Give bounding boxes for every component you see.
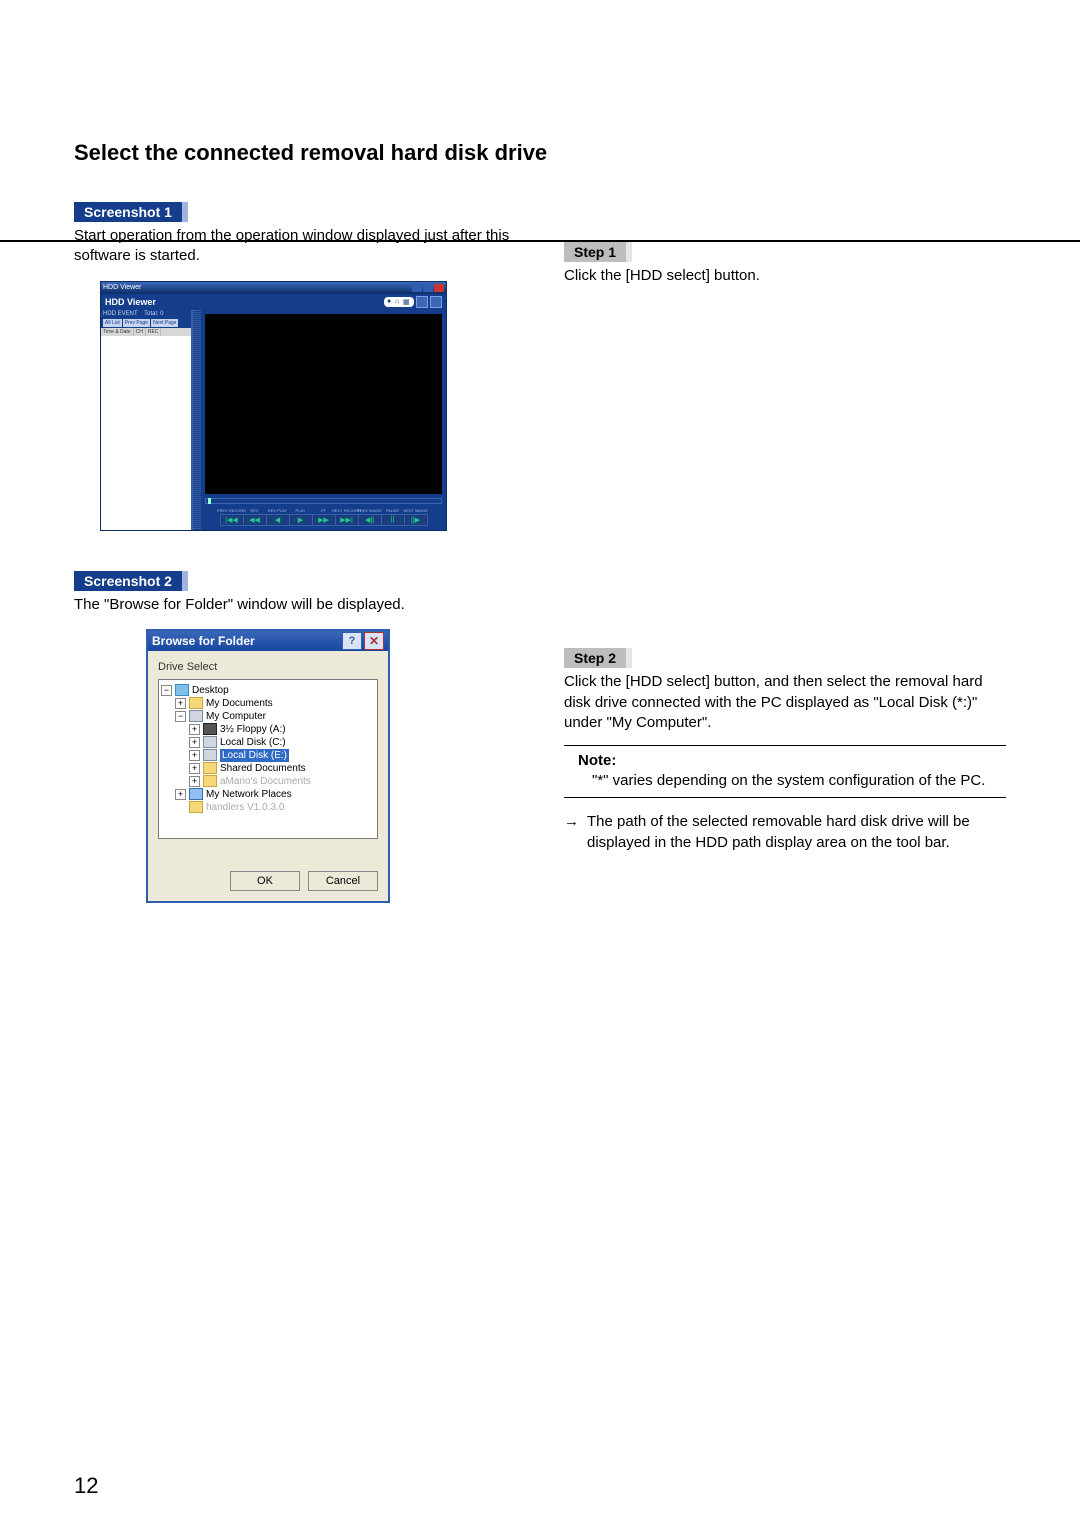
tree-local-c[interactable]: Local Disk (C:)	[220, 736, 286, 749]
floppy-icon	[203, 723, 217, 735]
tree-my-computer[interactable]: My Computer	[206, 710, 266, 723]
tree-shared-docs[interactable]: Shared Documents	[220, 762, 306, 775]
expand-icon[interactable]: +	[189, 724, 200, 735]
col-ch: CH	[134, 328, 146, 336]
tree-network-places[interactable]: My Network Places	[206, 788, 292, 801]
step2-text: Click the [HDD select] button, and then …	[564, 672, 1006, 733]
minimize-icon[interactable]	[412, 284, 422, 292]
tab-prev-page[interactable]: Prev Page	[123, 319, 150, 327]
step2-result-text: The path of the selected removable hard …	[587, 812, 1006, 853]
note-body: "*" varies depending on the system confi…	[592, 771, 1006, 791]
close-icon[interactable]	[434, 284, 444, 292]
hdd-event-list	[101, 336, 191, 530]
expand-icon[interactable]: +	[189, 750, 200, 761]
expand-icon[interactable]: +	[189, 776, 200, 787]
tree-local-e-selected[interactable]: Local Disk (E:)	[220, 749, 289, 762]
playback-button[interactable]: ▶▶|	[335, 514, 359, 526]
hdd-viewer-toolbar: HDD Viewer ●⌂▦	[101, 294, 446, 310]
ok-button[interactable]: OK	[230, 871, 300, 891]
hdd-viewer-brand: HDD Viewer	[105, 297, 156, 307]
tree-my-documents[interactable]: My Documents	[206, 697, 273, 710]
drive-icon	[203, 736, 217, 748]
page-number: 12	[74, 1473, 98, 1499]
drive-icon	[203, 749, 217, 761]
screenshot1-text: Start operation from the operation windo…	[74, 226, 516, 267]
step1-label: Step 1	[564, 242, 632, 262]
tree-desktop[interactable]: Desktop	[192, 684, 229, 697]
toolbar-folder-icon[interactable]	[416, 296, 428, 308]
playback-button[interactable]: |◀◀	[220, 514, 244, 526]
note-rule-top	[564, 745, 1006, 746]
folder-tree[interactable]: − Desktop + My Documents − My Computer +3½ …	[158, 679, 378, 839]
playback-button[interactable]: ◀◀	[243, 514, 267, 526]
hdd-viewer-window: HDD Viewer HDD Viewer ●⌂▦	[100, 281, 447, 531]
hdd-select-button[interactable]: ●⌂▦	[384, 297, 414, 307]
folder-icon	[203, 775, 217, 787]
hdd-event-label: HDD EVENT	[103, 311, 138, 317]
tab-next-page[interactable]: Next Page	[151, 319, 178, 327]
seek-bar[interactable]	[205, 498, 442, 504]
video-area	[205, 314, 442, 494]
browse-for-folder-window: Browse for Folder ? ✕ Drive Select − Desk…	[146, 629, 390, 903]
bff-title: Browse for Folder	[152, 634, 340, 648]
cancel-button[interactable]: Cancel	[308, 871, 378, 891]
screenshot2-text: The "Browse for Folder" window will be d…	[74, 595, 516, 615]
col-time-date: Time & Date	[101, 328, 134, 336]
hdd-viewer-title: HDD Viewer	[103, 284, 411, 291]
expand-icon[interactable]: +	[175, 698, 186, 709]
hdd-total-value: 0	[160, 311, 163, 317]
playback-button[interactable]: ◀	[266, 514, 290, 526]
expand-icon[interactable]: +	[189, 737, 200, 748]
expand-icon[interactable]: +	[175, 789, 186, 800]
note-title: Note:	[578, 752, 1006, 769]
arrow-icon: →	[564, 812, 579, 853]
playback-button[interactable]: ||▶	[404, 514, 428, 526]
divider-stripes	[193, 310, 201, 530]
bff-titlebar: Browse for Folder ? ✕	[148, 631, 388, 651]
step1-text: Click the [HDD select] button.	[564, 266, 1006, 286]
drive-select-label: Drive Select	[158, 661, 378, 673]
desktop-icon	[175, 684, 189, 696]
expand-icon[interactable]: +	[189, 763, 200, 774]
col-rec: REC	[146, 328, 162, 336]
playback-button[interactable]: ◀||	[358, 514, 382, 526]
computer-icon	[189, 710, 203, 722]
collapse-icon[interactable]: −	[161, 685, 172, 696]
folder-icon	[189, 697, 203, 709]
tree-user-docs[interactable]: aMario's Documents	[220, 775, 311, 788]
tree-last-grey: handlers V1.0.3.0	[206, 801, 284, 814]
top-rule	[0, 240, 1080, 242]
note-rule-bottom	[564, 797, 1006, 798]
hdd-viewer-titlebar: HDD Viewer	[101, 282, 446, 294]
hdd-event-panel: HDD EVENT Total: 0 All List Prev Page Ne…	[101, 310, 193, 530]
playback-button[interactable]: ▶▶	[312, 514, 336, 526]
network-icon	[189, 788, 203, 800]
folder-icon	[203, 762, 217, 774]
playback-button[interactable]: ||	[381, 514, 405, 526]
hdd-total-label: Total:	[144, 311, 158, 317]
step2-label: Step 2	[564, 648, 632, 668]
folder-icon	[189, 801, 203, 813]
playback-button[interactable]: ▶	[289, 514, 313, 526]
page-heading: Select the connected removal hard disk d…	[74, 140, 1006, 166]
screenshot2-label: Screenshot 2	[74, 571, 188, 591]
tab-all-list[interactable]: All List	[103, 319, 122, 327]
collapse-icon[interactable]: −	[175, 711, 186, 722]
maximize-icon[interactable]	[423, 284, 433, 292]
close-icon[interactable]: ✕	[364, 632, 384, 650]
tree-floppy[interactable]: 3½ Floppy (A:)	[220, 723, 286, 736]
help-icon[interactable]: ?	[342, 632, 362, 650]
toolbar-exit-icon[interactable]	[430, 296, 442, 308]
screenshot1-label: Screenshot 1	[74, 202, 188, 222]
